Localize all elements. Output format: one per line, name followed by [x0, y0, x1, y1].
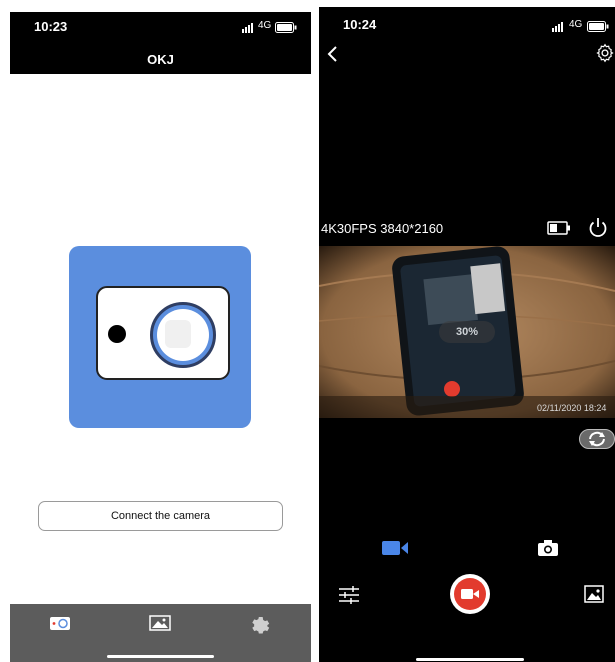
camera-battery-icon: [547, 221, 571, 240]
settings-tab-icon[interactable]: [249, 614, 271, 634]
progress-percent: 30%: [439, 321, 495, 343]
gallery-icon[interactable]: [584, 585, 604, 608]
signal-icon: [242, 20, 256, 38]
record-camera-icon: [461, 589, 479, 599]
video-mode-icon[interactable]: [382, 540, 408, 561]
camera-lens-inner: [157, 309, 209, 361]
status-bar: 10:23 4G: [10, 12, 311, 38]
connect-camera-button[interactable]: Connect the camera: [38, 501, 283, 531]
record-inner: [454, 578, 486, 610]
page-title: OKJ: [147, 52, 174, 67]
left-phone-screen: 10:23 4G OKJ Connect the camera: [10, 12, 311, 662]
resolution-label: 4K30FPS 3840*2160: [321, 221, 444, 236]
gallery-tab-icon[interactable]: [149, 614, 171, 632]
back-chevron-icon[interactable]: [327, 45, 339, 68]
settings-gear-icon[interactable]: [595, 43, 615, 68]
status-time: 10:24: [343, 17, 377, 32]
power-icon[interactable]: [587, 216, 609, 243]
network-label: 4G: [258, 20, 272, 31]
tab-bar: [10, 604, 311, 662]
camera-lens-glare: [165, 320, 191, 348]
battery-icon: [587, 19, 609, 37]
camera-dot: [108, 325, 126, 343]
battery-icon: [275, 20, 297, 38]
camera-tab-icon[interactable]: [49, 614, 71, 632]
right-phone-screen: 10:24 4G 4K30FPS 3840*2160 30% 02/11/202…: [319, 7, 615, 662]
record-button[interactable]: [450, 574, 490, 614]
photo-mode-icon[interactable]: [538, 540, 558, 561]
nav-bar: OKJ: [10, 38, 311, 74]
status-time: 10:23: [34, 19, 68, 34]
adjust-sliders-icon[interactable]: [339, 585, 359, 610]
camera-lens: [150, 302, 216, 368]
signal-icon: [552, 19, 566, 37]
network-label: 4G: [569, 19, 583, 30]
switch-camera-icon[interactable]: [579, 429, 615, 454]
live-preview[interactable]: 30% 02/11/2020 18:24: [319, 246, 615, 418]
home-indicator: [416, 658, 524, 661]
home-indicator: [107, 655, 214, 658]
camera-body: [96, 286, 230, 380]
camera-illustration-icon: [69, 246, 251, 428]
preview-timestamp: 02/11/2020 18:24: [537, 403, 607, 413]
